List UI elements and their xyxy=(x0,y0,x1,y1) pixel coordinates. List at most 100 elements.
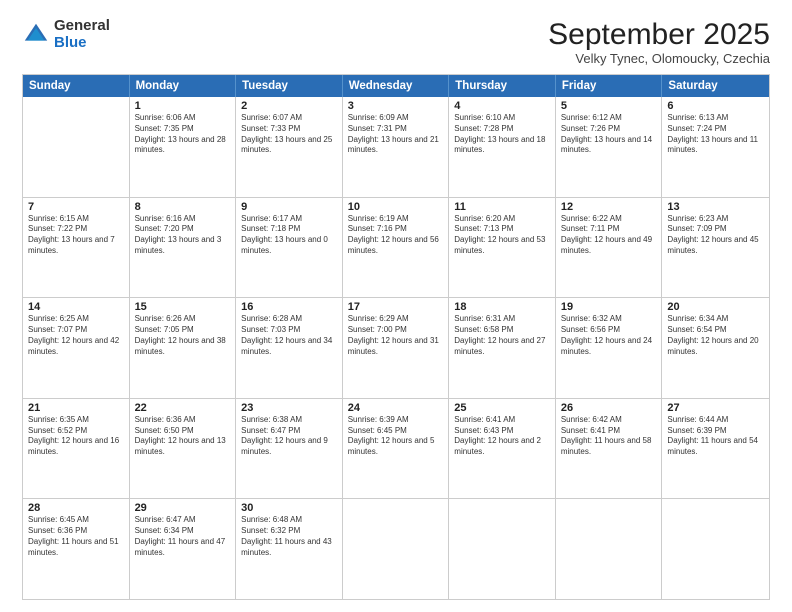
cell-info: Sunrise: 6:48 AM Sunset: 6:32 PM Dayligh… xyxy=(241,515,337,558)
calendar-header: SundayMondayTuesdayWednesdayThursdayFrid… xyxy=(23,75,769,97)
cell-day-number: 9 xyxy=(241,201,337,213)
header: General Blue September 2025 Velky Tynec,… xyxy=(22,18,770,66)
cal-cell xyxy=(449,499,556,599)
cell-day-number: 7 xyxy=(28,201,124,213)
cal-cell: 12Sunrise: 6:22 AM Sunset: 7:11 PM Dayli… xyxy=(556,198,663,298)
cal-cell: 2Sunrise: 6:07 AM Sunset: 7:33 PM Daylig… xyxy=(236,97,343,197)
day-header-friday: Friday xyxy=(556,75,663,97)
cell-day-number: 4 xyxy=(454,100,550,112)
cell-info: Sunrise: 6:28 AM Sunset: 7:03 PM Dayligh… xyxy=(241,314,337,357)
cell-info: Sunrise: 6:09 AM Sunset: 7:31 PM Dayligh… xyxy=(348,113,444,156)
cell-day-number: 3 xyxy=(348,100,444,112)
cal-cell: 19Sunrise: 6:32 AM Sunset: 6:56 PM Dayli… xyxy=(556,298,663,398)
cell-day-number: 5 xyxy=(561,100,657,112)
cal-cell: 17Sunrise: 6:29 AM Sunset: 7:00 PM Dayli… xyxy=(343,298,450,398)
cell-info: Sunrise: 6:15 AM Sunset: 7:22 PM Dayligh… xyxy=(28,214,124,257)
cell-day-number: 28 xyxy=(28,502,124,514)
day-header-tuesday: Tuesday xyxy=(236,75,343,97)
cal-cell: 23Sunrise: 6:38 AM Sunset: 6:47 PM Dayli… xyxy=(236,399,343,499)
cell-day-number: 27 xyxy=(667,402,764,414)
cal-cell: 29Sunrise: 6:47 AM Sunset: 6:34 PM Dayli… xyxy=(130,499,237,599)
cal-cell xyxy=(343,499,450,599)
day-header-sunday: Sunday xyxy=(23,75,130,97)
cal-cell: 5Sunrise: 6:12 AM Sunset: 7:26 PM Daylig… xyxy=(556,97,663,197)
cell-info: Sunrise: 6:25 AM Sunset: 7:07 PM Dayligh… xyxy=(28,314,124,357)
cell-day-number: 11 xyxy=(454,201,550,213)
page: General Blue September 2025 Velky Tynec,… xyxy=(0,0,792,612)
cell-info: Sunrise: 6:42 AM Sunset: 6:41 PM Dayligh… xyxy=(561,415,657,458)
cell-info: Sunrise: 6:17 AM Sunset: 7:18 PM Dayligh… xyxy=(241,214,337,257)
cell-day-number: 8 xyxy=(135,201,231,213)
cal-cell: 1Sunrise: 6:06 AM Sunset: 7:35 PM Daylig… xyxy=(130,97,237,197)
cell-day-number: 21 xyxy=(28,402,124,414)
week-row-3: 14Sunrise: 6:25 AM Sunset: 7:07 PM Dayli… xyxy=(23,298,769,399)
cal-cell: 7Sunrise: 6:15 AM Sunset: 7:22 PM Daylig… xyxy=(23,198,130,298)
cell-day-number: 1 xyxy=(135,100,231,112)
cal-cell: 16Sunrise: 6:28 AM Sunset: 7:03 PM Dayli… xyxy=(236,298,343,398)
week-row-5: 28Sunrise: 6:45 AM Sunset: 6:36 PM Dayli… xyxy=(23,499,769,599)
cell-info: Sunrise: 6:45 AM Sunset: 6:36 PM Dayligh… xyxy=(28,515,124,558)
cell-day-number: 18 xyxy=(454,301,550,313)
cal-cell: 14Sunrise: 6:25 AM Sunset: 7:07 PM Dayli… xyxy=(23,298,130,398)
cell-info: Sunrise: 6:41 AM Sunset: 6:43 PM Dayligh… xyxy=(454,415,550,458)
cell-day-number: 23 xyxy=(241,402,337,414)
cal-cell: 6Sunrise: 6:13 AM Sunset: 7:24 PM Daylig… xyxy=(662,97,769,197)
cal-cell: 9Sunrise: 6:17 AM Sunset: 7:18 PM Daylig… xyxy=(236,198,343,298)
day-header-saturday: Saturday xyxy=(662,75,769,97)
cal-cell: 27Sunrise: 6:44 AM Sunset: 6:39 PM Dayli… xyxy=(662,399,769,499)
cell-info: Sunrise: 6:44 AM Sunset: 6:39 PM Dayligh… xyxy=(667,415,764,458)
cell-day-number: 2 xyxy=(241,100,337,112)
cell-day-number: 14 xyxy=(28,301,124,313)
cal-cell: 18Sunrise: 6:31 AM Sunset: 6:58 PM Dayli… xyxy=(449,298,556,398)
cell-day-number: 22 xyxy=(135,402,231,414)
week-row-1: 1Sunrise: 6:06 AM Sunset: 7:35 PM Daylig… xyxy=(23,97,769,198)
cell-info: Sunrise: 6:20 AM Sunset: 7:13 PM Dayligh… xyxy=(454,214,550,257)
cell-day-number: 12 xyxy=(561,201,657,213)
cell-day-number: 17 xyxy=(348,301,444,313)
cal-cell: 8Sunrise: 6:16 AM Sunset: 7:20 PM Daylig… xyxy=(130,198,237,298)
cal-cell: 20Sunrise: 6:34 AM Sunset: 6:54 PM Dayli… xyxy=(662,298,769,398)
cal-cell xyxy=(556,499,663,599)
cal-cell xyxy=(662,499,769,599)
day-header-wednesday: Wednesday xyxy=(343,75,450,97)
cal-cell: 13Sunrise: 6:23 AM Sunset: 7:09 PM Dayli… xyxy=(662,198,769,298)
cell-info: Sunrise: 6:13 AM Sunset: 7:24 PM Dayligh… xyxy=(667,113,764,156)
cal-cell: 3Sunrise: 6:09 AM Sunset: 7:31 PM Daylig… xyxy=(343,97,450,197)
cell-day-number: 30 xyxy=(241,502,337,514)
cell-day-number: 26 xyxy=(561,402,657,414)
logo-blue: Blue xyxy=(54,35,110,52)
cal-cell: 15Sunrise: 6:26 AM Sunset: 7:05 PM Dayli… xyxy=(130,298,237,398)
week-row-4: 21Sunrise: 6:35 AM Sunset: 6:52 PM Dayli… xyxy=(23,399,769,500)
week-row-2: 7Sunrise: 6:15 AM Sunset: 7:22 PM Daylig… xyxy=(23,198,769,299)
location-subtitle: Velky Tynec, Olomoucky, Czechia xyxy=(548,51,770,66)
title-block: September 2025 Velky Tynec, Olomoucky, C… xyxy=(548,18,770,66)
cal-cell: 21Sunrise: 6:35 AM Sunset: 6:52 PM Dayli… xyxy=(23,399,130,499)
cell-info: Sunrise: 6:39 AM Sunset: 6:45 PM Dayligh… xyxy=(348,415,444,458)
cell-day-number: 25 xyxy=(454,402,550,414)
cal-cell: 26Sunrise: 6:42 AM Sunset: 6:41 PM Dayli… xyxy=(556,399,663,499)
cell-day-number: 16 xyxy=(241,301,337,313)
cell-info: Sunrise: 6:23 AM Sunset: 7:09 PM Dayligh… xyxy=(667,214,764,257)
cal-cell: 22Sunrise: 6:36 AM Sunset: 6:50 PM Dayli… xyxy=(130,399,237,499)
cell-info: Sunrise: 6:32 AM Sunset: 6:56 PM Dayligh… xyxy=(561,314,657,357)
cell-info: Sunrise: 6:06 AM Sunset: 7:35 PM Dayligh… xyxy=(135,113,231,156)
cell-day-number: 24 xyxy=(348,402,444,414)
cal-cell: 25Sunrise: 6:41 AM Sunset: 6:43 PM Dayli… xyxy=(449,399,556,499)
cal-cell: 11Sunrise: 6:20 AM Sunset: 7:13 PM Dayli… xyxy=(449,198,556,298)
cell-info: Sunrise: 6:47 AM Sunset: 6:34 PM Dayligh… xyxy=(135,515,231,558)
cell-info: Sunrise: 6:36 AM Sunset: 6:50 PM Dayligh… xyxy=(135,415,231,458)
cell-info: Sunrise: 6:26 AM Sunset: 7:05 PM Dayligh… xyxy=(135,314,231,357)
cal-cell: 10Sunrise: 6:19 AM Sunset: 7:16 PM Dayli… xyxy=(343,198,450,298)
cal-cell: 28Sunrise: 6:45 AM Sunset: 6:36 PM Dayli… xyxy=(23,499,130,599)
cell-info: Sunrise: 6:29 AM Sunset: 7:00 PM Dayligh… xyxy=(348,314,444,357)
cell-day-number: 6 xyxy=(667,100,764,112)
cell-day-number: 13 xyxy=(667,201,764,213)
cal-cell xyxy=(23,97,130,197)
cell-info: Sunrise: 6:07 AM Sunset: 7:33 PM Dayligh… xyxy=(241,113,337,156)
cal-cell: 30Sunrise: 6:48 AM Sunset: 6:32 PM Dayli… xyxy=(236,499,343,599)
cell-day-number: 20 xyxy=(667,301,764,313)
month-title: September 2025 xyxy=(548,18,770,51)
cell-info: Sunrise: 6:10 AM Sunset: 7:28 PM Dayligh… xyxy=(454,113,550,156)
cell-info: Sunrise: 6:35 AM Sunset: 6:52 PM Dayligh… xyxy=(28,415,124,458)
cell-info: Sunrise: 6:19 AM Sunset: 7:16 PM Dayligh… xyxy=(348,214,444,257)
